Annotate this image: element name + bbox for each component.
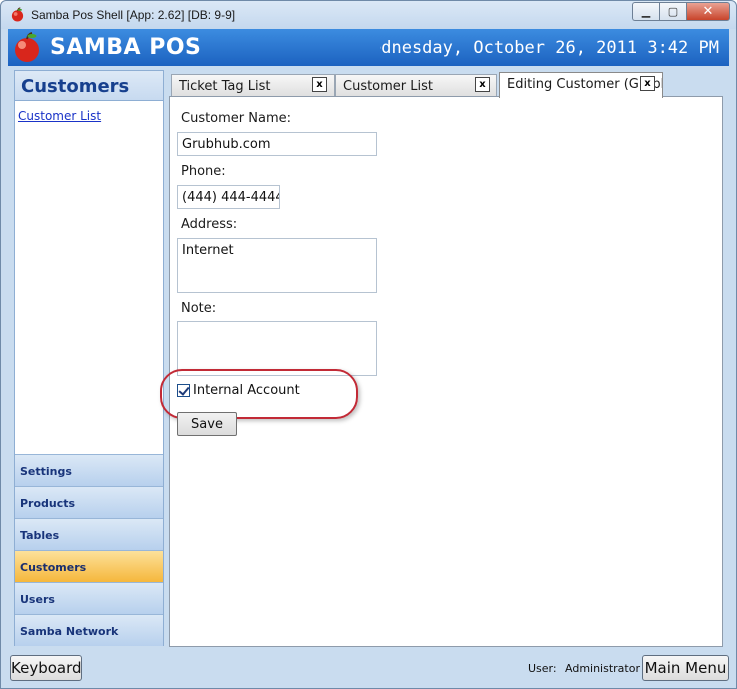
tab-close-icon[interactable]: x — [475, 77, 490, 92]
clock-container: Wednesday, October 26, 2011 3:42 PM — [380, 29, 729, 66]
keyboard-button[interactable]: Keyboard — [10, 655, 82, 681]
internal-account-label: Internal Account — [193, 383, 300, 398]
status-bar: Keyboard User: Administrator Main Menu — [8, 653, 729, 683]
window-title: Samba Pos Shell [App: 2.62] [DB: 9-9] — [31, 8, 236, 22]
close-button[interactable]: ✕ — [686, 2, 730, 21]
apple-icon — [11, 7, 24, 22]
app-window: Samba Pos Shell [App: 2.62] [DB: 9-9] ▁ … — [0, 0, 737, 689]
note-textarea[interactable] — [177, 321, 377, 376]
customer-name-label: Customer Name: — [181, 111, 292, 126]
maximize-icon: ▢ — [667, 5, 679, 18]
address-label: Address: — [181, 217, 238, 232]
left-panel-title-bar: Customers — [15, 71, 163, 101]
user-value: Administrator — [565, 662, 640, 675]
tab-editing-customer[interactable]: Editing Customer (Grubhub.com) — [499, 72, 663, 98]
user-label: User: — [528, 662, 557, 675]
internal-account-checkbox[interactable] — [177, 384, 190, 397]
minimize-icon: ▁ — [641, 5, 651, 18]
customer-editor: Customer Name: Grubhub.com Phone: (444) … — [160, 96, 723, 647]
tab-label: Customer List — [343, 79, 434, 94]
address-textarea[interactable]: Internet — [177, 238, 377, 293]
tab-ticket-tag-list[interactable]: Ticket Tag List — [171, 74, 335, 97]
tab-label: Ticket Tag List — [179, 79, 271, 94]
nav-item-users[interactable]: Users — [15, 582, 163, 614]
internal-account-row[interactable]: Internal Account — [177, 383, 300, 398]
main-menu-button[interactable]: Main Menu — [642, 655, 729, 681]
app-name: SAMBA POS — [50, 35, 202, 60]
nav-item-customers[interactable]: Customers — [15, 550, 163, 582]
nav-item-settings[interactable]: Settings — [15, 454, 163, 486]
tab-customer-list[interactable]: Customer List — [335, 74, 497, 97]
phone-input[interactable]: (444) 444-4444 — [177, 185, 280, 209]
customer-list-link[interactable]: Customer List — [18, 109, 101, 123]
tab-close-icon[interactable]: x — [640, 76, 655, 91]
tab-strip: Ticket Tag List x Customer List x Editin… — [169, 70, 729, 98]
maximize-button[interactable]: ▢ — [659, 2, 686, 21]
customer-name-input[interactable]: Grubhub.com — [177, 132, 377, 156]
left-panel: Customers Customer List Settings Product… — [14, 70, 164, 646]
minimize-button[interactable]: ▁ — [632, 2, 659, 21]
nav-item-tables[interactable]: Tables — [15, 518, 163, 550]
nav-item-products[interactable]: Products — [15, 486, 163, 518]
app-header: SAMBA POS Wednesday, October 26, 2011 3:… — [8, 29, 729, 66]
note-label: Note: — [181, 301, 217, 316]
content-area: Ticket Tag List x Customer List x Editin… — [160, 70, 729, 648]
nav-menu: Settings Products Tables Customers Users… — [15, 454, 163, 646]
save-button[interactable]: Save — [177, 412, 237, 436]
clock-display: Wednesday, October 26, 2011 3:42 PM — [380, 38, 719, 58]
left-panel-title: Customers — [21, 76, 130, 97]
nav-item-samba-network[interactable]: Samba Network — [15, 614, 163, 646]
apple-logo-icon — [15, 32, 39, 62]
tab-close-icon[interactable]: x — [312, 77, 327, 92]
phone-label: Phone: — [181, 164, 226, 179]
window-controls: ▁ ▢ ✕ — [632, 2, 730, 21]
close-icon: ✕ — [702, 4, 714, 19]
title-bar[interactable]: Samba Pos Shell [App: 2.62] [DB: 9-9] ▁ … — [1, 1, 736, 29]
